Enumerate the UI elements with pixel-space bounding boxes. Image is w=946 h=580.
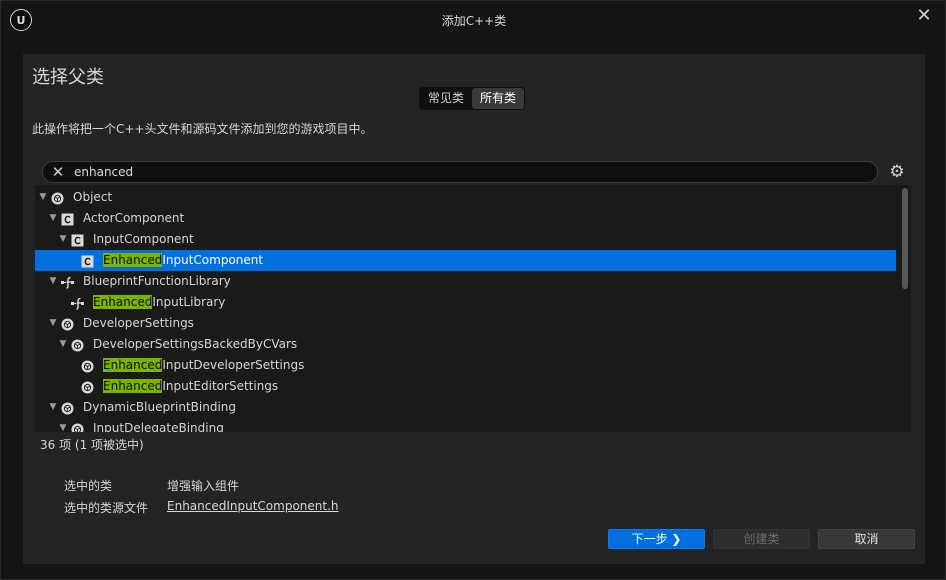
- search-match-highlight: Enhanced: [103, 379, 163, 393]
- tree-row-label: DeveloperSettingsBackedByCVars: [93, 337, 298, 351]
- close-button[interactable]: ✕: [912, 5, 936, 27]
- selected-source-file-link[interactable]: EnhancedInputComponent.h: [167, 499, 339, 513]
- tree-row-label: EnhancedInputLibrary: [93, 295, 226, 309]
- search-match-highlight: Enhanced: [103, 253, 163, 267]
- object-icon: [61, 317, 74, 331]
- tree-row-label: EnhancedInputEditorSettings: [103, 379, 279, 393]
- class-search-box: ✕: [42, 161, 878, 183]
- create-class-button[interactable]: 创建类: [713, 529, 810, 549]
- item-count-status: 36 项 (1 项被选中): [40, 438, 144, 452]
- cancel-button[interactable]: 取消: [818, 529, 915, 549]
- tree-row-label: Object: [73, 190, 113, 204]
- expand-arrow-down-icon[interactable]: ▼: [38, 187, 48, 208]
- tab-common-classes[interactable]: 常见类: [420, 88, 472, 109]
- expand-arrow-down-icon[interactable]: ▼: [58, 418, 68, 432]
- object-icon: [81, 359, 94, 373]
- tree-row[interactable]: ▼ DeveloperSettings: [35, 313, 896, 334]
- tree-row[interactable]: ▼ ActorComponent: [35, 208, 896, 229]
- expand-arrow-down-icon[interactable]: ▼: [48, 208, 58, 229]
- function-library-icon: [61, 275, 74, 289]
- tree-row-label: DynamicBlueprintBinding: [83, 400, 237, 414]
- main-panel: 选择父类 常见类 所有类 此操作将把一个C++头文件和源码文件添加到您的游戏项目…: [23, 54, 925, 564]
- next-button[interactable]: 下一步 ❯: [608, 529, 705, 549]
- class-filter-tabs: 常见类 所有类: [419, 87, 526, 110]
- selected-class-value: 增强输入组件: [167, 479, 240, 493]
- clear-search-icon[interactable]: ✕: [49, 163, 67, 181]
- tree-row-label: BlueprintFunctionLibrary: [83, 274, 231, 288]
- tree-scroll-thumb[interactable]: [902, 188, 908, 289]
- tree-row[interactable]: EnhancedInputDeveloperSettings: [35, 355, 896, 376]
- class-icon: [81, 254, 94, 268]
- tree-row-label: EnhancedInputDeveloperSettings: [103, 358, 305, 372]
- class-icon: [61, 212, 74, 226]
- expand-arrow-down-icon[interactable]: ▼: [48, 271, 58, 292]
- object-icon: [61, 401, 74, 415]
- tree-row[interactable]: EnhancedInputEditorSettings: [35, 376, 896, 397]
- tree-row-label: DeveloperSettings: [83, 316, 194, 330]
- class-icon: [71, 233, 84, 247]
- settings-gear-icon[interactable]: ⚙: [887, 162, 907, 182]
- search-match-highlight: Enhanced: [93, 295, 153, 309]
- tree-scrollbar[interactable]: [899, 185, 911, 432]
- tree-row[interactable]: ▼ InputDelegateBinding: [35, 418, 896, 432]
- tree-row-label: InputDelegateBinding: [93, 421, 224, 432]
- object-icon: [81, 380, 94, 394]
- tree-row-label: EnhancedInputComponent: [103, 253, 264, 267]
- selected-source-file-label: 选中的类源文件: [64, 501, 149, 515]
- class-tree: ▼ Object ▼ ActorComponent ▼ InputComponent Enh…: [35, 185, 911, 432]
- tree-row[interactable]: ▼ DeveloperSettingsBackedByCVars: [35, 334, 896, 355]
- search-match-highlight: Enhanced: [103, 358, 163, 372]
- expand-arrow-down-icon[interactable]: ▼: [58, 334, 68, 355]
- add-cpp-class-dialog: U 添加C++类 ✕ 选择父类 常见类 所有类 此操作将把一个C++头文件和源码…: [0, 0, 946, 580]
- window-title: 添加C++类: [441, 14, 507, 28]
- tree-row[interactable]: EnhancedInputLibrary: [35, 292, 896, 313]
- title-bar[interactable]: U 添加C++类 ✕: [1, 1, 946, 41]
- tree-row[interactable]: ▼ InputComponent: [35, 229, 896, 250]
- tree-row[interactable]: EnhancedInputComponent: [35, 250, 896, 271]
- tree-row[interactable]: ▼ Object: [35, 187, 896, 208]
- class-search-input[interactable]: [74, 163, 864, 181]
- expand-arrow-down-icon[interactable]: ▼: [48, 313, 58, 334]
- object-icon: [51, 191, 64, 205]
- tree-row-label: InputComponent: [93, 232, 194, 246]
- tree-row-label: ActorComponent: [83, 211, 185, 225]
- page-description: 此操作将把一个C++头文件和源码文件添加到您的游戏项目中。: [32, 122, 373, 136]
- tree-row[interactable]: ▼ DynamicBlueprintBinding: [35, 397, 896, 418]
- object-icon: [71, 338, 84, 352]
- tab-all-classes[interactable]: 所有类: [472, 88, 525, 109]
- function-library-icon: [71, 296, 84, 310]
- page-heading: 选择父类: [32, 67, 104, 88]
- selected-class-label: 选中的类: [64, 479, 113, 493]
- tree-row[interactable]: ▼ BlueprintFunctionLibrary: [35, 271, 896, 292]
- expand-arrow-down-icon[interactable]: ▼: [58, 229, 68, 250]
- expand-arrow-down-icon[interactable]: ▼: [48, 397, 58, 418]
- object-icon: [71, 422, 84, 432]
